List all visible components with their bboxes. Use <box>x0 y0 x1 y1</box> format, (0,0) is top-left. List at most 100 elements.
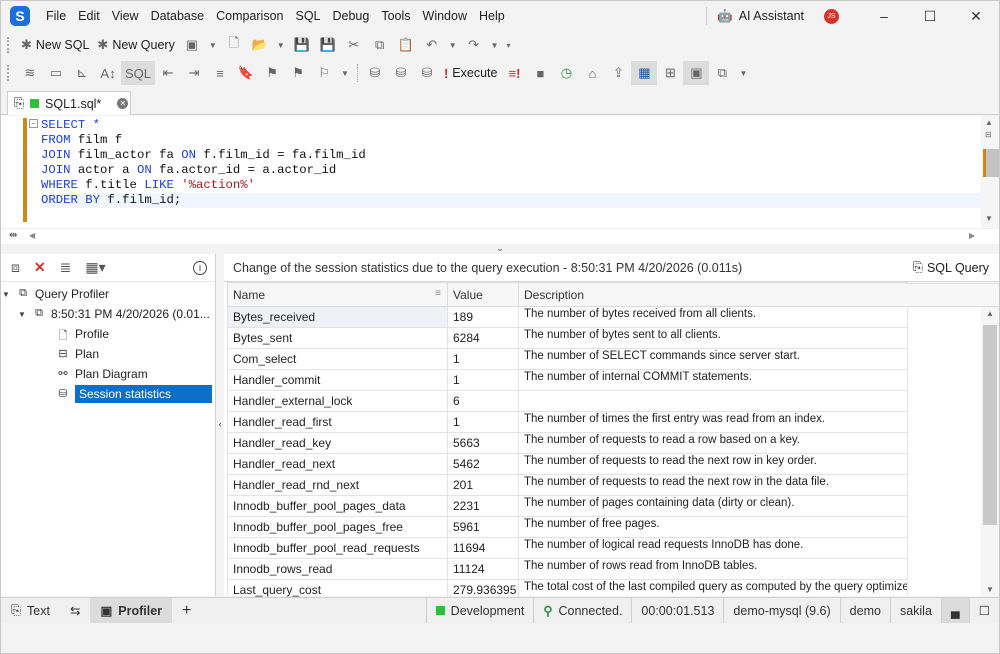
stat-description-cell[interactable]: The number of rows read from InnoDB tabl… <box>518 558 908 580</box>
table-row[interactable]: Bytes_sent 6284 The number of bytes sent t… <box>227 327 908 349</box>
split-icon[interactable]: ⊟ <box>985 130 992 139</box>
database-refresh-button[interactable]: ⛁ <box>414 61 440 85</box>
menu-tools[interactable]: Tools <box>375 1 416 31</box>
editor-vertical-scrollbar[interactable]: ▲ ⊟ ▼ <box>981 116 999 228</box>
menu-help[interactable]: Help <box>473 1 511 31</box>
stat-value-cell[interactable]: 5663 <box>447 432 519 454</box>
stat-name-cell[interactable]: Handler_external_lock <box>227 390 448 412</box>
bookmark-button[interactable]: 🔖 <box>233 61 259 85</box>
tree-session[interactable]: ▼ ⧉ 8:50:31 PM 4/20/2026 (0.01... <box>1 304 215 324</box>
stat-value-cell[interactable]: 189 <box>447 306 519 328</box>
layout-button[interactable]: ⊞ <box>657 61 683 85</box>
indent-more-button[interactable]: ⇥ <box>181 61 207 85</box>
table-row[interactable]: Com_select 1 The number of SELECT commands… <box>227 348 908 370</box>
table-row[interactable]: Handler_read_first 1 The number of times t… <box>227 411 908 433</box>
align-button[interactable]: ≡ <box>207 61 233 85</box>
delete-icon[interactable]: ✕ <box>34 259 46 276</box>
stop-button[interactable]: ■ <box>527 61 553 85</box>
scroll-down-icon[interactable]: ▼ <box>985 214 993 223</box>
column-header-description[interactable]: Description <box>518 282 908 307</box>
code-line[interactable]: JOIN actor a ON fa.actor_id = a.actor_id <box>41 163 981 178</box>
scroll-up-icon[interactable]: ▲ <box>986 309 994 318</box>
collapse-icon[interactable]: ▼ <box>1 290 11 299</box>
stat-description-cell[interactable]: The number of SELECT commands since serv… <box>518 348 908 370</box>
layout-full-button[interactable]: ☐ <box>968 597 999 624</box>
stat-description-cell[interactable]: The number of requests to read a row bas… <box>518 432 908 454</box>
stat-value-cell[interactable]: 11694 <box>447 537 519 559</box>
panel-splitter[interactable]: ⌄ <box>1 244 999 254</box>
add-tab-button[interactable]: + <box>172 598 201 624</box>
layout-bottom-button[interactable]: ▄ <box>940 597 969 624</box>
stat-name-cell[interactable]: Bytes_sent <box>227 327 448 349</box>
split-horizontal-icon[interactable]: ⇹ <box>9 230 17 241</box>
save-all-button[interactable]: 💾 <box>315 33 341 57</box>
stat-name-cell[interactable]: Handler_read_next <box>227 453 448 475</box>
paste-button[interactable]: 📋 <box>393 33 419 57</box>
new-document-button[interactable]: ▣ <box>179 33 205 57</box>
tab-sql1[interactable]: ⎘ SQL1.sql* ✕ <box>7 91 131 115</box>
grid-view-button[interactable]: ▦ <box>631 61 658 85</box>
stat-name-cell[interactable]: Bytes_received <box>227 306 448 328</box>
format-button[interactable]: ≋ <box>17 61 43 85</box>
stat-description-cell[interactable]: The number of bytes received from all cl… <box>518 306 908 328</box>
menu-file[interactable]: File <box>40 1 72 31</box>
execute-button[interactable]: ! Execute <box>440 61 502 85</box>
table-row[interactable]: Handler_read_key 5663 The number of reques… <box>227 432 908 454</box>
scroll-thumb[interactable] <box>983 325 997 525</box>
undo-button[interactable]: ↶ <box>419 33 445 57</box>
minimize-button[interactable]: – <box>861 8 907 24</box>
tree-item-plan[interactable]: ⊟ Plan <box>1 344 215 364</box>
table-row[interactable]: Innodb_buffer_pool_pages_data 2231 The num… <box>227 495 908 517</box>
fold-toggle-icon[interactable]: − <box>29 119 38 128</box>
stat-value-cell[interactable]: 11124 <box>447 558 519 580</box>
code-line[interactable]: FROM film f <box>41 133 981 148</box>
save-button[interactable]: 💾 <box>289 33 315 57</box>
swap-button[interactable]: ⇆ <box>60 598 90 624</box>
sort-icon[interactable]: ≡ <box>435 288 441 299</box>
scroll-thumb[interactable] <box>983 149 999 177</box>
database-connect-button[interactable]: ⛁ <box>388 61 414 85</box>
redo-button[interactable]: ↷ <box>461 33 487 57</box>
stat-name-cell[interactable]: Innodb_rows_read <box>227 558 448 580</box>
scroll-down-icon[interactable]: ▼ <box>986 585 994 594</box>
stat-description-cell[interactable]: The number of pages containing data (dir… <box>518 495 908 517</box>
code-line[interactable]: SELECT * <box>41 118 981 133</box>
profile-button[interactable]: ⌂ <box>579 61 605 85</box>
history-button[interactable]: ◷ <box>553 61 579 85</box>
table-row[interactable]: Innodb_buffer_pool_pages_free 5961 The num… <box>227 516 908 538</box>
column-header-value[interactable]: Value <box>447 282 519 307</box>
tree-item-session-statistics[interactable]: ⛁ Session statistics <box>1 384 215 404</box>
new-query-button[interactable]: ✱ New Query <box>93 33 178 57</box>
compare-icon[interactable]: ≣ <box>60 259 72 276</box>
ai-assistant-button[interactable]: 🤖 AI Assistant <box>706 7 814 25</box>
menu-edit[interactable]: Edit <box>72 1 106 31</box>
stat-value-cell[interactable]: 1 <box>447 348 519 370</box>
stat-value-cell[interactable]: 5961 <box>447 516 519 538</box>
stat-name-cell[interactable]: Innodb_buffer_pool_pages_free <box>227 516 448 538</box>
tree-item-plan-diagram[interactable]: ⚯ Plan Diagram <box>1 364 215 384</box>
table-row[interactable]: Handler_commit 1 The number of internal CO… <box>227 369 908 391</box>
menu-debug[interactable]: Debug <box>327 1 376 31</box>
stat-value-cell[interactable]: 1 <box>447 369 519 391</box>
stat-value-cell[interactable]: 5462 <box>447 453 519 475</box>
sql-mode-button[interactable]: SQL <box>121 61 156 85</box>
menu-comparison[interactable]: Comparison <box>210 1 289 31</box>
new-profile-icon[interactable]: ⧈ <box>11 259 20 276</box>
image-view-button[interactable]: ▣ <box>683 61 710 85</box>
stat-description-cell[interactable]: The number of bytes sent to all clients. <box>518 327 908 349</box>
info-icon[interactable]: i <box>193 260 207 275</box>
stat-value-cell[interactable]: 6284 <box>447 327 519 349</box>
close-button[interactable]: ✕ <box>953 8 999 25</box>
collapse-icon[interactable]: ▼ <box>17 310 27 319</box>
table-row[interactable]: Bytes_received 189 The number of bytes rec… <box>227 306 908 328</box>
toolbar-overflow-icon[interactable]: ▾ <box>507 41 511 50</box>
menu-window[interactable]: Window <box>417 1 473 31</box>
new-file-button[interactable]: 🗋 <box>221 33 247 57</box>
table-row[interactable]: Innodb_buffer_pool_read_requests 11694 The… <box>227 537 908 559</box>
table-row[interactable]: Handler_read_next 5462 The number of reque… <box>227 453 908 475</box>
code-line[interactable]: ORDER BY f.film_id; <box>41 193 981 208</box>
stat-description-cell[interactable]: The number of requests to read the next … <box>518 474 908 496</box>
environment-indicator[interactable]: Development <box>425 597 534 624</box>
stat-value-cell[interactable]: 1 <box>447 411 519 433</box>
stat-description-cell[interactable]: The number of requests to read the next … <box>518 453 908 475</box>
